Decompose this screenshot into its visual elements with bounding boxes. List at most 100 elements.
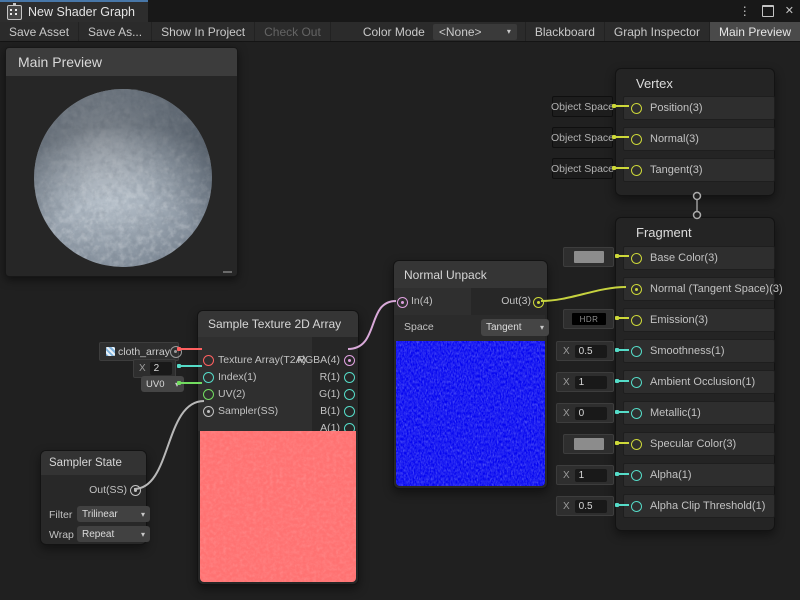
- specular-color-swatch-widget[interactable]: [563, 434, 614, 454]
- emission-hdr-widget[interactable]: HDR: [563, 309, 614, 329]
- object-space-tag: Object Space: [552, 127, 613, 148]
- normal-tangent-space-port[interactable]: [631, 284, 642, 295]
- wrap-dropdown[interactable]: Repeat ▾: [77, 526, 150, 542]
- port-stub: [616, 136, 629, 138]
- sample-texture-2d-array-node[interactable]: Sample Texture 2D Array Texture Array(T2…: [197, 310, 359, 585]
- save-asset-button[interactable]: Save Asset: [0, 22, 79, 41]
- sampler-state-title: Sampler State: [49, 457, 122, 469]
- check-out-button[interactable]: Check Out: [255, 22, 331, 41]
- more-menu-icon[interactable]: ⋮: [739, 5, 751, 17]
- toolbar-right-group: Blackboard Graph Inspector Main Preview: [525, 22, 800, 41]
- hdr-color-swatch: HDR: [572, 313, 606, 325]
- emission-port[interactable]: [631, 315, 642, 326]
- uv-channel-value: UV0: [146, 379, 164, 390]
- port-stub: [619, 349, 629, 351]
- fragment-row-emission: Emission(3): [623, 308, 775, 332]
- fragment-row-metallic: Metallic(1): [623, 401, 775, 425]
- normal-unpack-node[interactable]: Normal Unpack In(4) Out(3) Space Tangent…: [393, 260, 548, 489]
- filter-dropdown[interactable]: Trilinear ▾: [77, 506, 150, 522]
- in-port[interactable]: [397, 297, 408, 308]
- specular-color-label: Specular Color(3): [650, 438, 736, 450]
- fragment-row-normal-ts: Normal (Tangent Space)(3): [623, 277, 775, 301]
- texture-array-port[interactable]: [203, 355, 214, 366]
- normal-label: Normal(3): [650, 133, 699, 145]
- alpha-clip-value-field[interactable]: 0.5: [575, 500, 607, 513]
- color-mode-label: Color Mode: [355, 22, 433, 41]
- title-bar: New Shader Graph ⋮ ✕: [0, 0, 800, 22]
- r-port[interactable]: [344, 372, 355, 383]
- color-mode-dropdown[interactable]: <None> ▾: [433, 24, 517, 40]
- index-value-field[interactable]: 2: [150, 362, 172, 375]
- smoothness-value-field[interactable]: 0.5: [575, 345, 607, 358]
- object-space-tag: Object Space: [552, 158, 613, 179]
- main-preview-toggle[interactable]: Main Preview: [709, 22, 800, 41]
- fragment-row-alpha: Alpha(1): [623, 463, 775, 487]
- base-color-port[interactable]: [631, 253, 642, 264]
- ambient-occlusion-port[interactable]: [631, 377, 642, 388]
- tab-new-shader-graph[interactable]: New Shader Graph: [0, 0, 148, 22]
- smoothness-port[interactable]: [631, 346, 642, 357]
- index-port[interactable]: [203, 372, 214, 383]
- normal-unpack-header: Normal Unpack: [394, 261, 547, 288]
- port-stub: [619, 473, 629, 475]
- x-component-label: X: [563, 346, 570, 357]
- b-port[interactable]: [344, 406, 355, 417]
- fragment-context-node[interactable]: Fragment Base Color(3) Normal (Tangent S…: [615, 217, 775, 531]
- position-label: Position(3): [650, 102, 703, 114]
- alpha-clip-number-widget[interactable]: X 0.5: [556, 496, 614, 516]
- tab-title: New Shader Graph: [28, 5, 135, 19]
- chevron-down-icon: ▾: [507, 27, 511, 36]
- filter-label: Filter: [49, 509, 72, 521]
- window-controls: ⋮ ✕: [739, 0, 794, 22]
- sampler-port[interactable]: [203, 406, 214, 417]
- alpha-value-field[interactable]: 1: [575, 469, 607, 482]
- wrap-label: Wrap: [49, 529, 74, 541]
- panel-resize-handle[interactable]: [223, 271, 232, 273]
- vertex-context-node[interactable]: Vertex Position(3) Normal(3) Tangent(3): [615, 68, 775, 196]
- normal-port[interactable]: [631, 134, 642, 145]
- smoothness-label: Smoothness(1): [650, 345, 725, 357]
- specular-color-port[interactable]: [631, 439, 642, 450]
- rgba-port[interactable]: [344, 355, 355, 366]
- color-swatch: [574, 251, 604, 263]
- out-ss-port[interactable]: [130, 485, 141, 496]
- out-port[interactable]: [533, 297, 544, 308]
- ambient-occlusion-label: Ambient Occlusion(1): [650, 376, 755, 388]
- smoothness-number-widget[interactable]: X 0.5: [556, 341, 614, 361]
- metallic-value-field[interactable]: 0: [575, 407, 607, 420]
- vertex-row-normal: Normal(3): [623, 127, 775, 151]
- metallic-port[interactable]: [631, 408, 642, 419]
- graph-inspector-toggle[interactable]: Graph Inspector: [604, 22, 709, 41]
- alpha-clip-label: Alpha Clip Threshold(1): [650, 500, 765, 512]
- sampler-state-node[interactable]: Sampler State Out(SS) Filter Trilinear ▾…: [40, 450, 147, 545]
- ambient-occlusion-number-widget[interactable]: X 1: [556, 372, 614, 392]
- sample-texture-header: Sample Texture 2D Array: [198, 311, 358, 337]
- metallic-number-widget[interactable]: X 0: [556, 403, 614, 423]
- x-component-label: X: [563, 377, 570, 388]
- ambient-occlusion-value-field[interactable]: 1: [575, 376, 607, 389]
- fragment-row-ambient-occlusion: Ambient Occlusion(1): [623, 370, 775, 394]
- alpha-clip-threshold-port[interactable]: [631, 501, 642, 512]
- space-dropdown[interactable]: Tangent ▾: [481, 319, 549, 336]
- tangent-port[interactable]: [631, 165, 642, 176]
- maximize-icon[interactable]: [762, 5, 774, 17]
- g-port[interactable]: [344, 389, 355, 400]
- shader-preview-sphere[interactable]: [31, 86, 215, 270]
- show-in-project-button[interactable]: Show In Project: [152, 22, 255, 41]
- alpha-port[interactable]: [631, 470, 642, 481]
- shader-graph-asset-icon: [7, 5, 22, 20]
- base-color-swatch-widget[interactable]: [563, 247, 614, 267]
- uv-label: UV(2): [218, 388, 245, 400]
- close-icon[interactable]: ✕: [785, 6, 794, 17]
- main-preview-panel: Main Preview: [5, 47, 238, 277]
- alpha-number-widget[interactable]: X 1: [556, 465, 614, 485]
- port-stub: [619, 317, 629, 319]
- vertex-title: Vertex: [636, 76, 673, 91]
- save-as-button[interactable]: Save As...: [79, 22, 152, 41]
- main-preview-header[interactable]: Main Preview: [6, 48, 237, 76]
- g-label: G(1): [319, 388, 340, 400]
- out-label: Out(3): [501, 295, 531, 307]
- blackboard-toggle[interactable]: Blackboard: [525, 22, 604, 41]
- position-port[interactable]: [631, 103, 642, 114]
- uv-port[interactable]: [203, 389, 214, 400]
